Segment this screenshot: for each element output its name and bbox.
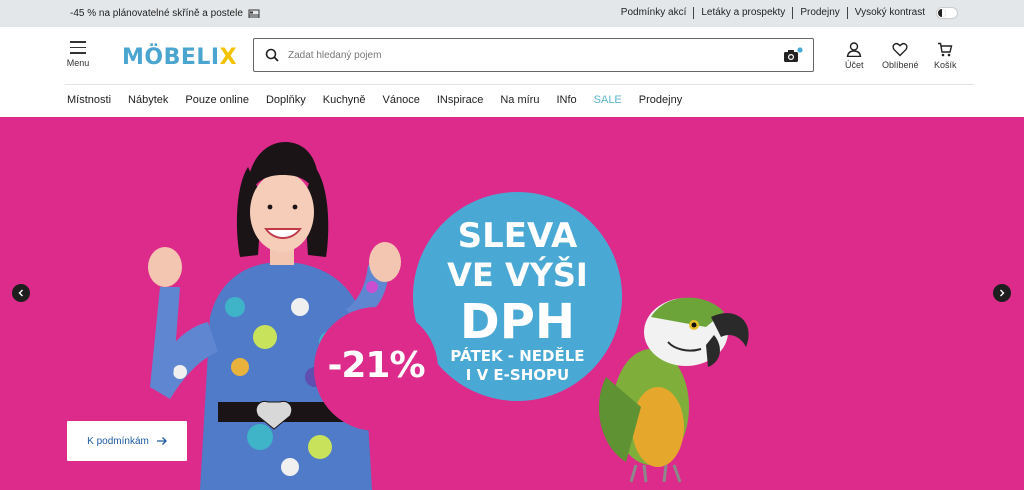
search-box xyxy=(253,38,814,72)
heart-icon xyxy=(892,43,908,57)
link-leaflets[interactable]: Letáky a prospekty xyxy=(693,7,792,19)
discount-badge: -21% xyxy=(314,307,438,431)
logo[interactable]: MÖBELIX xyxy=(122,45,237,70)
subline-2: I V E-SHOPU xyxy=(465,366,570,384)
high-contrast-toggle[interactable] xyxy=(936,7,958,19)
headline-line-2: VE VÝŠI xyxy=(447,256,588,294)
nav-item-rooms[interactable]: Místnosti xyxy=(67,94,111,106)
nav-item-custom[interactable]: Na míru xyxy=(500,94,539,106)
link-conditions[interactable]: Podmínky akcí xyxy=(614,7,694,19)
headline-line-1: SLEVA xyxy=(457,216,578,256)
menu-button[interactable]: Menu xyxy=(65,41,91,68)
utility-links: Podmínky akcí Letáky a prospekty Prodejn… xyxy=(614,7,958,19)
favorites-button[interactable]: Oblíbené xyxy=(882,42,919,70)
search-icon[interactable] xyxy=(265,48,279,62)
cart-icon xyxy=(938,42,953,57)
camera-search-icon[interactable] xyxy=(783,46,803,64)
carousel-next-button[interactable] xyxy=(993,284,1011,302)
bed-icon xyxy=(248,9,260,18)
header-divider xyxy=(65,84,974,85)
arrow-right-icon xyxy=(156,437,167,445)
site-header: Menu MÖBELIX Účet Oblíbené xyxy=(0,27,1024,85)
subline-1: PÁTEK - NEDĚLE xyxy=(450,347,585,365)
cart-label: Košík xyxy=(934,60,957,70)
chevron-left-icon xyxy=(18,289,23,297)
account-label: Účet xyxy=(845,60,864,70)
promo-text[interactable]: -45 % na plánovatelné skříně a postele xyxy=(70,8,243,19)
nav-item-furniture[interactable]: Nábytek xyxy=(128,94,168,106)
chevron-right-icon xyxy=(1000,289,1005,297)
promo-circle: SLEVA VE VÝŠI DPH PÁTEK - NEDĚLE I V E-S… xyxy=(413,192,622,401)
main-nav: Místnosti Nábytek Pouze online Doplňky K… xyxy=(67,94,699,106)
link-stores[interactable]: Prodejny xyxy=(792,7,846,19)
nav-item-christmas[interactable]: Vánoce xyxy=(383,94,420,106)
nav-item-info[interactable]: INfo xyxy=(556,94,576,106)
discount-value: -21% xyxy=(327,345,425,386)
hero-banner[interactable]: SLEVA VE VÝŠI DPH PÁTEK - NEDĚLE I V E-S… xyxy=(0,117,1024,490)
account-button[interactable]: Účet xyxy=(845,42,864,70)
headline-line-3: DPH xyxy=(459,294,576,350)
top-promo-bar: -45 % na plánovatelné skříně a postele P… xyxy=(0,0,1024,27)
nav-item-online-only[interactable]: Pouze online xyxy=(185,94,249,106)
nav-item-sale[interactable]: SALE xyxy=(594,94,622,106)
parrot-figure xyxy=(598,297,749,483)
promo-link[interactable]: -45 % na plánovatelné skříně a postele xyxy=(70,7,260,19)
menu-label: Menu xyxy=(66,57,90,68)
search-input[interactable] xyxy=(288,47,748,63)
nav-item-inspiration[interactable]: INspirace xyxy=(437,94,483,106)
contrast-icon xyxy=(938,9,946,17)
cart-button[interactable]: Košík xyxy=(934,42,957,70)
nav-item-kitchens[interactable]: Kuchyně xyxy=(323,94,366,106)
conditions-label: K podmínkám xyxy=(87,435,149,447)
high-contrast-label: Vysoký kontrast xyxy=(846,7,932,19)
conditions-button[interactable]: K podmínkám xyxy=(67,421,187,461)
nav-item-stores[interactable]: Prodejny xyxy=(639,94,682,106)
hamburger-icon xyxy=(65,41,91,54)
carousel-prev-button[interactable] xyxy=(12,284,30,302)
nav-item-accessories[interactable]: Doplňky xyxy=(266,94,306,106)
favorites-label: Oblíbené xyxy=(882,60,919,70)
user-icon xyxy=(846,42,862,57)
